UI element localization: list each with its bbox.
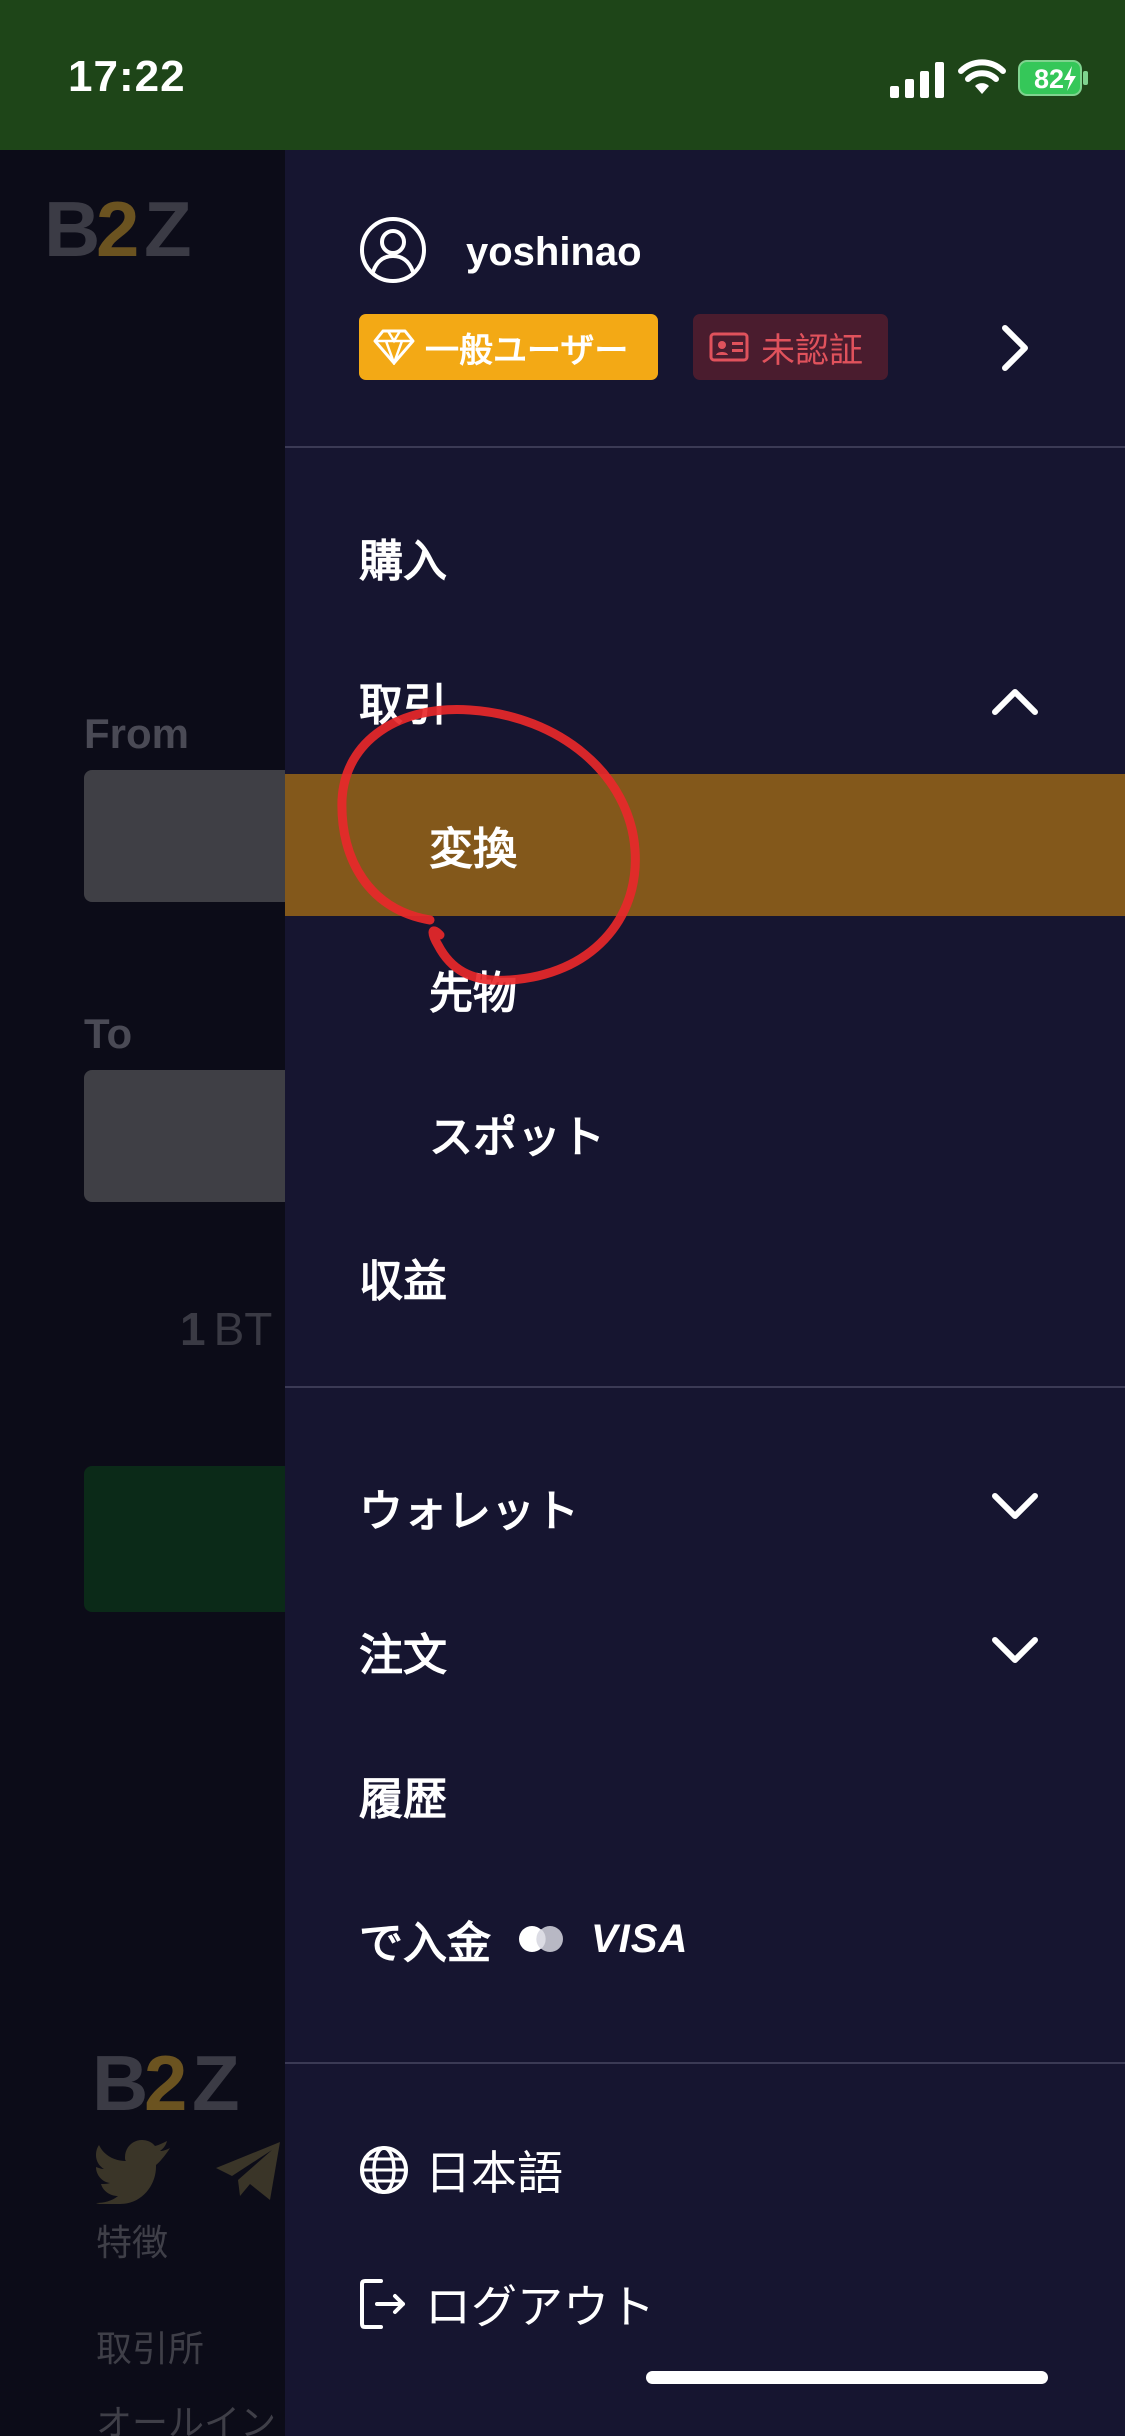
telegram-icon[interactable] [214, 2140, 284, 2204]
divider [285, 2062, 1125, 2064]
logout-icon [360, 2279, 405, 2329]
mastercard-icon [519, 1926, 563, 1952]
signal-icon [890, 62, 944, 98]
chevron-up-icon [992, 689, 1038, 715]
from-label: From [84, 710, 189, 757]
logout-button[interactable]: ログアウト [359, 2264, 655, 2344]
side-menu-drawer: yoshinao 一般ユーザー 未認証 購入 取引 変換 先物 スポット 収益 … [285, 150, 1125, 2436]
menu-item-label: 収益 [359, 1256, 447, 1307]
svg-text:Z: Z [144, 190, 192, 270]
menu-item-orders[interactable]: 注文 [285, 1580, 1125, 1722]
divider [285, 446, 1125, 448]
rate-text: 1 BT [180, 1302, 272, 1356]
menu-item-label: スポット [429, 1112, 605, 1163]
rate-number: 1 [180, 1303, 206, 1355]
menu-item-futures[interactable]: 先物 [285, 918, 1125, 1060]
username: yoshinao [466, 230, 642, 274]
twitter-icon[interactable] [96, 2140, 172, 2204]
status-time: 17:22 [68, 52, 186, 101]
brand-logo: B 2 Z [44, 190, 192, 270]
to-label: To [84, 1010, 133, 1057]
menu-item-label: 履歴 [359, 1774, 447, 1825]
home-indicator [646, 2371, 1048, 2384]
user-avatar-icon [360, 217, 426, 283]
menu-item-label: ウォレット [359, 1486, 579, 1537]
menu-item-label: 先物 [429, 968, 517, 1019]
rate-unit: BT [213, 1303, 273, 1355]
svg-text:2: 2 [144, 2044, 187, 2124]
diamond-icon [373, 329, 415, 365]
menu-item-trade[interactable]: 取引 [285, 630, 1125, 772]
user-level-label: 一般ユーザー [425, 330, 629, 371]
menu-item-label: 購入 [359, 536, 447, 587]
divider [285, 1386, 1125, 1388]
menu-item-spot[interactable]: スポット [285, 1062, 1125, 1204]
footer-link-allin[interactable]: オールイン [96, 2394, 276, 2436]
payment-brands: VISA [517, 1917, 688, 1962]
menu-item-label: で入金 [359, 1918, 491, 1969]
globe-icon [360, 2146, 408, 2194]
verification-status-badge: 未認証 [693, 314, 888, 380]
menu-item-earn[interactable]: 収益 [285, 1206, 1125, 1348]
language-label: 日本語 [425, 2146, 563, 2200]
menu-item-deposit[interactable]: で入金 VISA [285, 1868, 1125, 2010]
menu-item-convert[interactable]: 変換 [285, 774, 1125, 916]
language-selector[interactable]: 日本語 [359, 2130, 563, 2210]
visa-logo: VISA [591, 1916, 689, 1961]
wifi-icon [958, 59, 1006, 94]
svg-text:2: 2 [96, 190, 139, 270]
user-level-badge: 一般ユーザー [359, 314, 658, 380]
id-card-icon [709, 332, 749, 362]
svg-text:B: B [44, 190, 100, 270]
svg-text:B: B [92, 2044, 148, 2124]
footer-link-exchange[interactable]: 取引所 [96, 2320, 204, 2372]
chevron-right-icon[interactable] [997, 322, 1033, 374]
footer-brand-logo: B 2 Z [92, 2044, 240, 2124]
menu-item-wallet[interactable]: ウォレット [285, 1436, 1125, 1578]
logout-label: ログアウト [425, 2280, 655, 2334]
footer-section-title: 特徴 [96, 2222, 169, 2263]
chevron-down-icon [992, 1493, 1038, 1519]
menu-item-history[interactable]: 履歴 [285, 1724, 1125, 1866]
menu-item-buy[interactable]: 購入 [285, 486, 1125, 628]
chevron-down-icon [992, 1637, 1038, 1663]
svg-text:Z: Z [192, 2044, 240, 2124]
menu-item-label: 取引 [359, 680, 447, 731]
verification-status-label: 未認証 [761, 330, 863, 371]
menu-item-label: 変換 [429, 824, 517, 875]
status-bar: 17:22 82 [0, 0, 1125, 150]
menu-item-label: 注文 [359, 1630, 447, 1681]
battery-percent: 82 [1033, 64, 1065, 94]
